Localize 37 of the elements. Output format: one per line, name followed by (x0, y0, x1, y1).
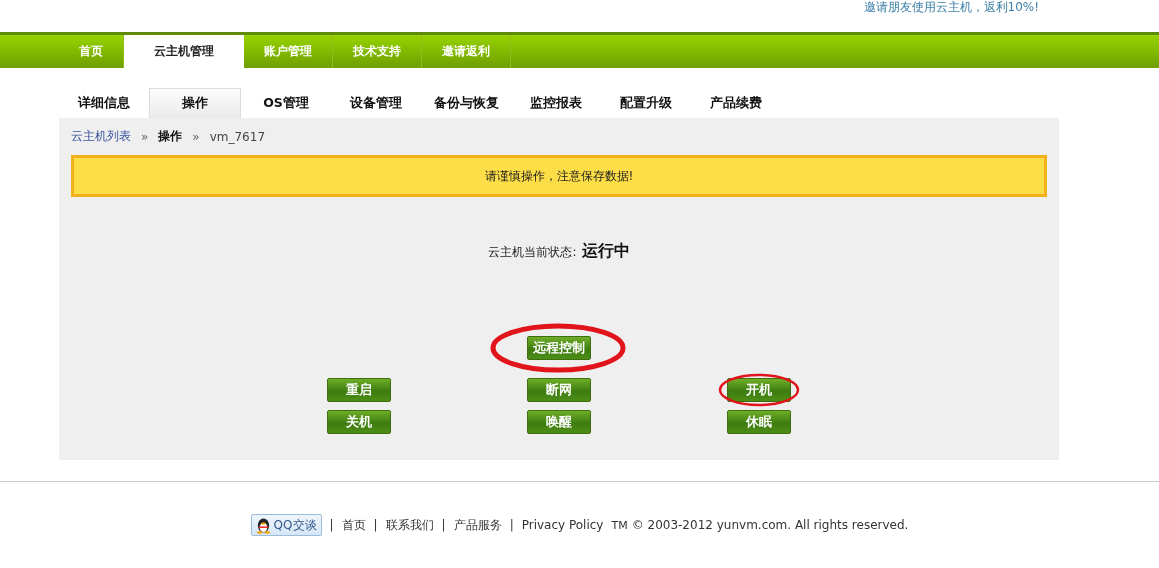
action-button[interactable]: 开机 (727, 378, 791, 402)
qq-chat-button[interactable]: QQ交谈 (250, 514, 322, 536)
penguin-icon (255, 516, 271, 534)
sub-tab[interactable]: 配置升级 (601, 88, 691, 118)
breadcrumb-item: vm_7617 (209, 129, 266, 144)
action-button[interactable]: 休眠 (727, 410, 791, 434)
status-label: 云主机当前状态: (488, 244, 577, 261)
sub-tab[interactable]: 监控报表 (511, 88, 601, 118)
breadcrumb-link[interactable]: 云主机列表 (71, 128, 131, 145)
footer-separator: | (509, 518, 514, 532)
footer-link[interactable]: 产品服务 (453, 516, 502, 534)
sub-tab[interactable]: 设备管理 (331, 88, 421, 118)
trademark-mark: TM (611, 518, 628, 532)
sub-tab[interactable]: OS管理 (241, 88, 331, 118)
action-button[interactable]: 唤醒 (527, 410, 591, 434)
footer-separator: | (329, 518, 334, 532)
breadcrumb-separator: » (141, 129, 149, 144)
warning-banner: 请谨慎操作，注意保存数据! (71, 155, 1047, 197)
sub-tab[interactable]: 产品续费 (691, 88, 781, 118)
footer-link[interactable]: Privacy Policy (521, 518, 604, 532)
footer-link[interactable]: 首页 (341, 516, 366, 534)
copyright-text: © 2003-2012 yunvm.com. All rights reserved. (631, 518, 909, 532)
remote-control-button[interactable]: 远程控制 (527, 336, 591, 360)
footer-separator: | (373, 518, 378, 532)
footer-link[interactable]: 联系我们 (385, 516, 434, 534)
action-button[interactable]: 断网 (527, 378, 591, 402)
nav-tab[interactable]: 云主机管理 (124, 35, 244, 68)
sub-tab[interactable]: 详细信息 (59, 88, 149, 118)
sub-tab[interactable]: 备份与恢复 (421, 88, 511, 118)
breadcrumb-current: 操作 (158, 128, 183, 145)
invite-link[interactable]: 邀请朋友使用云主机，返利10%! (863, 0, 1039, 14)
action-button[interactable]: 关机 (327, 410, 391, 434)
sub-tab[interactable]: 操作 (149, 88, 241, 118)
action-button[interactable]: 重启 (327, 378, 391, 402)
footer-separator: | (441, 518, 446, 532)
status-value: 运行中 (581, 241, 630, 262)
breadcrumb-separator: » (192, 129, 200, 144)
